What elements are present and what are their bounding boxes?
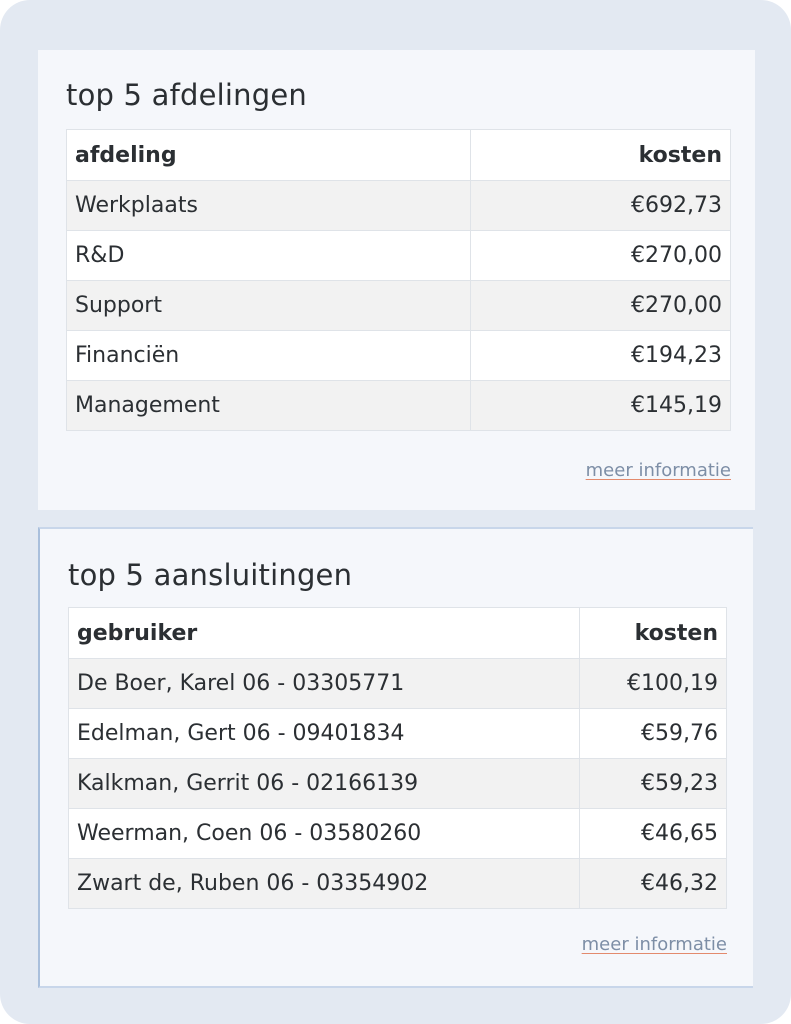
department-cost: €692,73 bbox=[470, 180, 731, 231]
table-header-row: afdeling kosten bbox=[66, 129, 731, 181]
department-name: Werkplaats bbox=[66, 180, 471, 231]
column-header-cost[interactable]: kosten bbox=[470, 129, 731, 181]
table-row[interactable]: Kalkman, Gerrit 06 - 02166139 €59,23 bbox=[68, 758, 727, 809]
table-header-row: gebruiker kosten bbox=[68, 607, 727, 659]
table-row[interactable]: De Boer, Karel 06 - 03305771 €100,19 bbox=[68, 658, 727, 709]
table-row[interactable]: R&D €270,00 bbox=[66, 230, 731, 281]
card-title: top 5 aansluitingen bbox=[68, 558, 353, 592]
user-connection: Kalkman, Gerrit 06 - 02166139 bbox=[68, 758, 580, 809]
department-cost: €270,00 bbox=[470, 280, 731, 331]
connection-cost: €59,23 bbox=[579, 758, 727, 809]
table-row[interactable]: Management €145,19 bbox=[66, 380, 731, 431]
connections-table: gebruiker kosten De Boer, Karel 06 - 033… bbox=[68, 607, 727, 909]
user-connection: Zwart de, Ruben 06 - 03354902 bbox=[68, 858, 580, 909]
card-title: top 5 afdelingen bbox=[66, 78, 307, 112]
user-connection: De Boer, Karel 06 - 03305771 bbox=[68, 658, 580, 709]
column-header-cost[interactable]: kosten bbox=[579, 607, 727, 659]
table-row[interactable]: Werkplaats €692,73 bbox=[66, 180, 731, 231]
department-name: Support bbox=[66, 280, 471, 331]
departments-table: afdeling kosten Werkplaats €692,73 R&D €… bbox=[66, 129, 731, 431]
user-connection: Weerman, Coen 06 - 03580260 bbox=[68, 808, 580, 859]
department-name: R&D bbox=[66, 230, 471, 281]
column-header-user[interactable]: gebruiker bbox=[68, 607, 580, 659]
table-row[interactable]: Financiën €194,23 bbox=[66, 330, 731, 381]
department-cost: €270,00 bbox=[470, 230, 731, 281]
table-row[interactable]: Edelman, Gert 06 - 09401834 €59,76 bbox=[68, 708, 727, 759]
department-cost: €145,19 bbox=[470, 380, 731, 431]
department-name: Management bbox=[66, 380, 471, 431]
connection-cost: €100,19 bbox=[579, 658, 727, 709]
department-name: Financiën bbox=[66, 330, 471, 381]
table-row[interactable]: Support €270,00 bbox=[66, 280, 731, 331]
connection-cost: €59,76 bbox=[579, 708, 727, 759]
department-cost: €194,23 bbox=[470, 330, 731, 381]
user-connection: Edelman, Gert 06 - 09401834 bbox=[68, 708, 580, 759]
more-info-link[interactable]: meer informatie bbox=[586, 460, 731, 481]
column-header-department[interactable]: afdeling bbox=[66, 129, 471, 181]
more-info-link[interactable]: meer informatie bbox=[582, 934, 727, 955]
connection-cost: €46,32 bbox=[579, 858, 727, 909]
table-row[interactable]: Zwart de, Ruben 06 - 03354902 €46,32 bbox=[68, 858, 727, 909]
top-connections-card: top 5 aansluitingen gebruiker kosten De … bbox=[38, 527, 753, 988]
dashboard-frame: top 5 afdelingen afdeling kosten Werkpla… bbox=[0, 0, 791, 1024]
connection-cost: €46,65 bbox=[579, 808, 727, 859]
table-row[interactable]: Weerman, Coen 06 - 03580260 €46,65 bbox=[68, 808, 727, 859]
top-departments-card: top 5 afdelingen afdeling kosten Werkpla… bbox=[38, 50, 755, 510]
